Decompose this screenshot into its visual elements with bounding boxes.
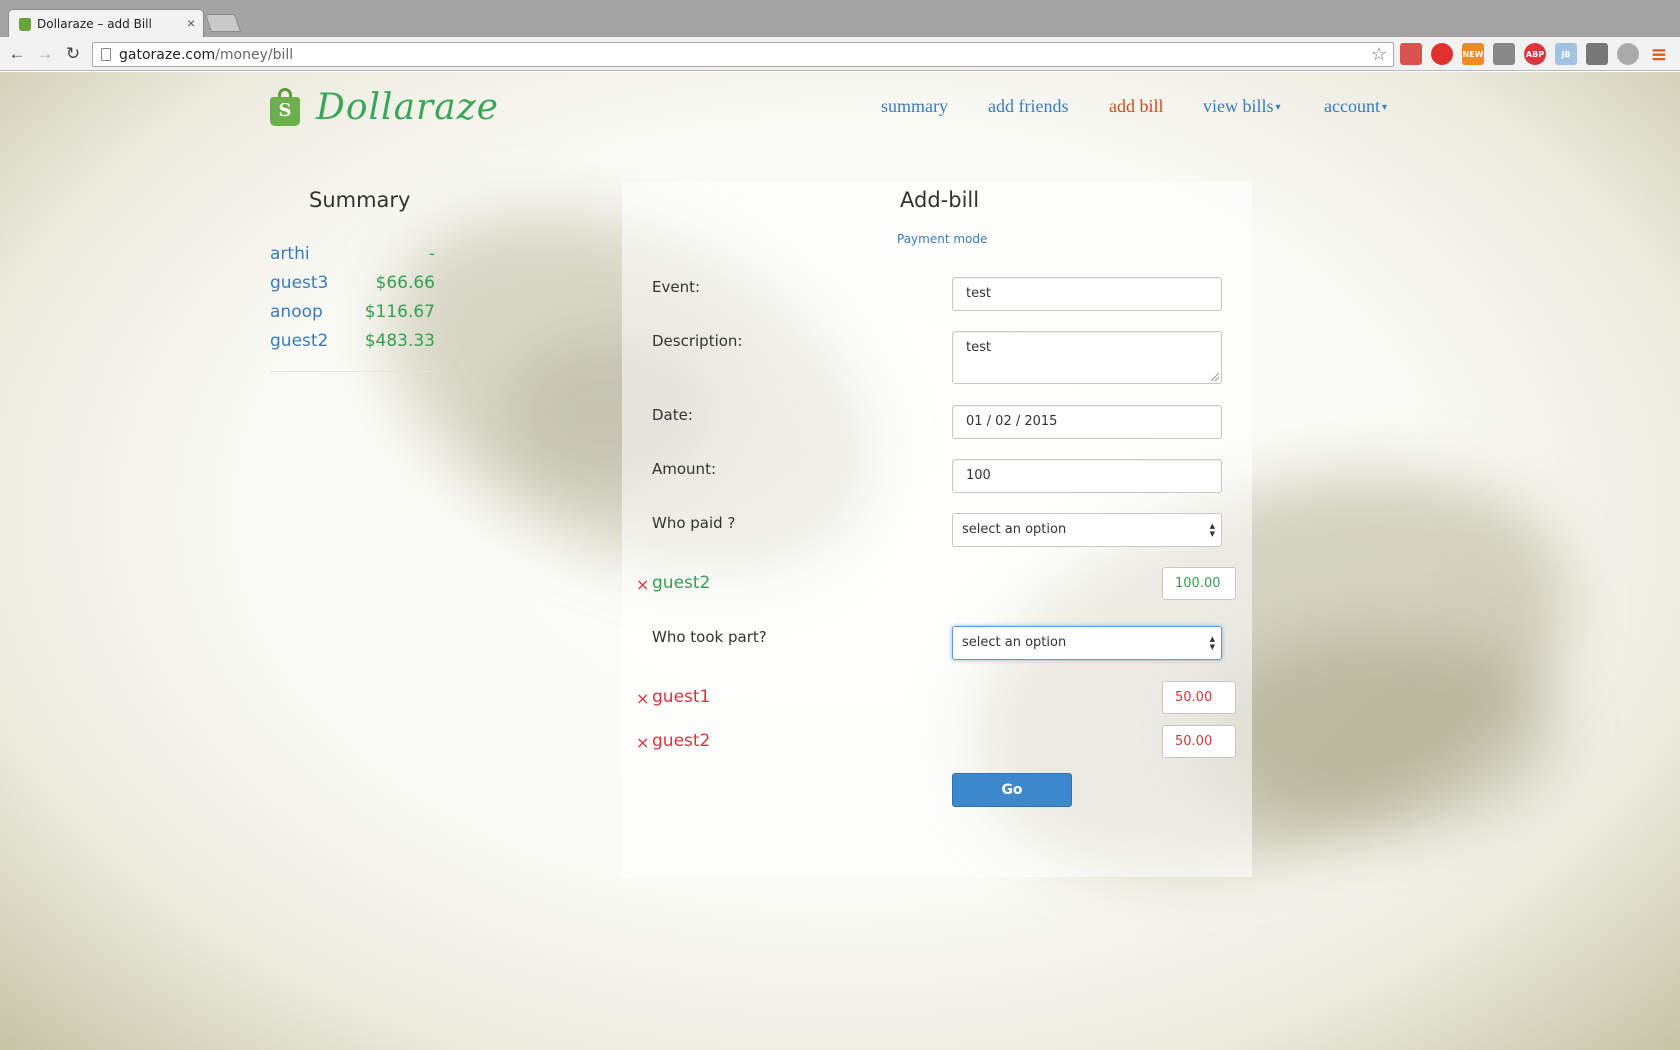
summary-row: guest2 $483.33 [270, 331, 435, 360]
browser-toolbar: ← → ↻ gatoraze.com/money/bill ☆ NEW ABP … [0, 37, 1680, 71]
select-arrows-icon: ▲ ▼ [1209, 522, 1215, 538]
shopping-bag-icon: S [270, 88, 300, 126]
background-shape [1200, 632, 1560, 832]
participant-name: guest1 [652, 687, 711, 707]
participant-amount-input[interactable]: 50.00 [1162, 725, 1236, 758]
reload-icon[interactable]: ↻ [62, 43, 84, 65]
participant-row: × guest2 [636, 725, 1236, 759]
menu-icon[interactable]: ≡ [1648, 42, 1670, 66]
participant-amount-input[interactable]: 50.00 [1162, 681, 1236, 714]
go-button[interactable]: Go [952, 773, 1072, 807]
summary-divider [270, 371, 435, 372]
summary-row: arthi - [270, 244, 435, 273]
select-arrows-icon: ▲ ▼ [1209, 635, 1215, 651]
brand-logo[interactable]: S Dollaraze [270, 84, 499, 130]
participant-row: × guest1 [636, 681, 1236, 715]
summary-amount: $66.66 [375, 273, 435, 293]
new-ext-icon[interactable]: NEW [1462, 43, 1484, 65]
who-took-part-label: Who took part? [652, 628, 767, 646]
nav-account-label: account [1324, 96, 1380, 116]
tab-close-icon[interactable]: × [187, 15, 195, 31]
back-icon[interactable]: ← [6, 43, 28, 65]
resize-grip-icon[interactable] [1211, 373, 1219, 381]
summary-row: guest3 $66.66 [270, 273, 435, 302]
cast-icon[interactable] [1493, 43, 1515, 65]
jb-ext-icon[interactable]: JB [1555, 43, 1577, 65]
amount-label: Amount: [652, 460, 716, 478]
bookmark-ext-icon[interactable] [1400, 43, 1422, 65]
date-input[interactable]: 01 / 02 / 2015 [952, 405, 1222, 439]
who-took-part-selected: select an option [962, 635, 1067, 650]
nav-add-bill[interactable]: add bill [1109, 96, 1164, 117]
description-textarea[interactable]: test [952, 331, 1222, 384]
bag-letter: S [278, 100, 292, 121]
address-bar[interactable]: gatoraze.com/money/bill ☆ [92, 42, 1394, 67]
event-input[interactable]: test [952, 277, 1222, 311]
who-paid-label: Who paid ? [652, 514, 736, 532]
summary-name[interactable]: guest2 [270, 331, 328, 351]
who-paid-select[interactable]: select an option ▲ ▼ [952, 513, 1222, 547]
nav-view-bills-label: view bills [1203, 96, 1274, 116]
extension-icons: NEW ABP JB ≡ [1400, 42, 1679, 67]
payer-amount-input[interactable]: 100.00 [1162, 567, 1236, 600]
url-text: gatoraze.com/money/bill [119, 47, 293, 63]
description-label: Description: [652, 332, 743, 350]
new-tab-button[interactable] [205, 14, 241, 32]
tab-title: Dollaraze – add Bill [37, 17, 152, 31]
bookmark-star-icon[interactable]: ☆ [1371, 44, 1387, 65]
nav-add-friends[interactable]: add friends [988, 96, 1068, 117]
eyedropper-icon[interactable] [1586, 43, 1608, 65]
summary-list: arthi - guest3 $66.66 anoop $116.67 gues… [270, 244, 435, 360]
summary-amount: $483.33 [364, 331, 435, 351]
payer-row: × guest2 [636, 567, 1236, 601]
forward-icon[interactable]: → [34, 43, 56, 65]
summary-title: Summary [309, 188, 411, 212]
adblock-icon[interactable]: ABP [1524, 43, 1546, 65]
remove-icon[interactable]: × [636, 733, 649, 752]
url-host: gatoraze.com [119, 47, 216, 63]
payment-mode-link[interactable]: Payment mode [897, 232, 987, 246]
participant-name: guest2 [652, 731, 711, 751]
remove-icon[interactable]: × [636, 575, 649, 594]
add-bill-title: Add-bill [900, 188, 980, 212]
brand-name: Dollaraze [316, 86, 499, 128]
stop-ext-icon[interactable] [1431, 43, 1453, 65]
event-label: Event: [652, 278, 701, 296]
summary-name[interactable]: anoop [270, 302, 323, 322]
page-content: S Dollaraze summary add friends add bill… [0, 72, 1680, 1050]
page-icon [101, 48, 111, 61]
speaker-icon[interactable] [1617, 43, 1639, 65]
payer-name: guest2 [652, 573, 711, 593]
remove-icon[interactable]: × [636, 689, 649, 708]
browser-tab-strip: Dollaraze – add Bill × [0, 0, 1680, 37]
favicon-icon [19, 18, 31, 31]
nav-view-bills[interactable]: view bills ▾ [1203, 96, 1281, 117]
nav-account[interactable]: account ▾ [1324, 96, 1387, 117]
caret-down-icon: ▾ [1381, 102, 1387, 114]
summary-row: anoop $116.67 [270, 302, 435, 331]
url-path: /money/bill [215, 47, 294, 63]
date-label: Date: [652, 406, 693, 424]
caret-down-icon: ▾ [1275, 102, 1281, 114]
summary-name[interactable]: arthi [270, 244, 310, 264]
summary-name[interactable]: guest3 [270, 273, 328, 293]
description-value: test [966, 340, 991, 355]
who-paid-selected: select an option [962, 522, 1067, 537]
who-took-part-select[interactable]: select an option ▲ ▼ [952, 626, 1222, 660]
summary-amount: - [428, 244, 435, 264]
nav-summary[interactable]: summary [881, 96, 948, 117]
amount-input[interactable]: 100 [952, 459, 1222, 493]
summary-amount: $116.67 [364, 302, 435, 322]
browser-tab[interactable]: Dollaraze – add Bill × [8, 9, 204, 37]
